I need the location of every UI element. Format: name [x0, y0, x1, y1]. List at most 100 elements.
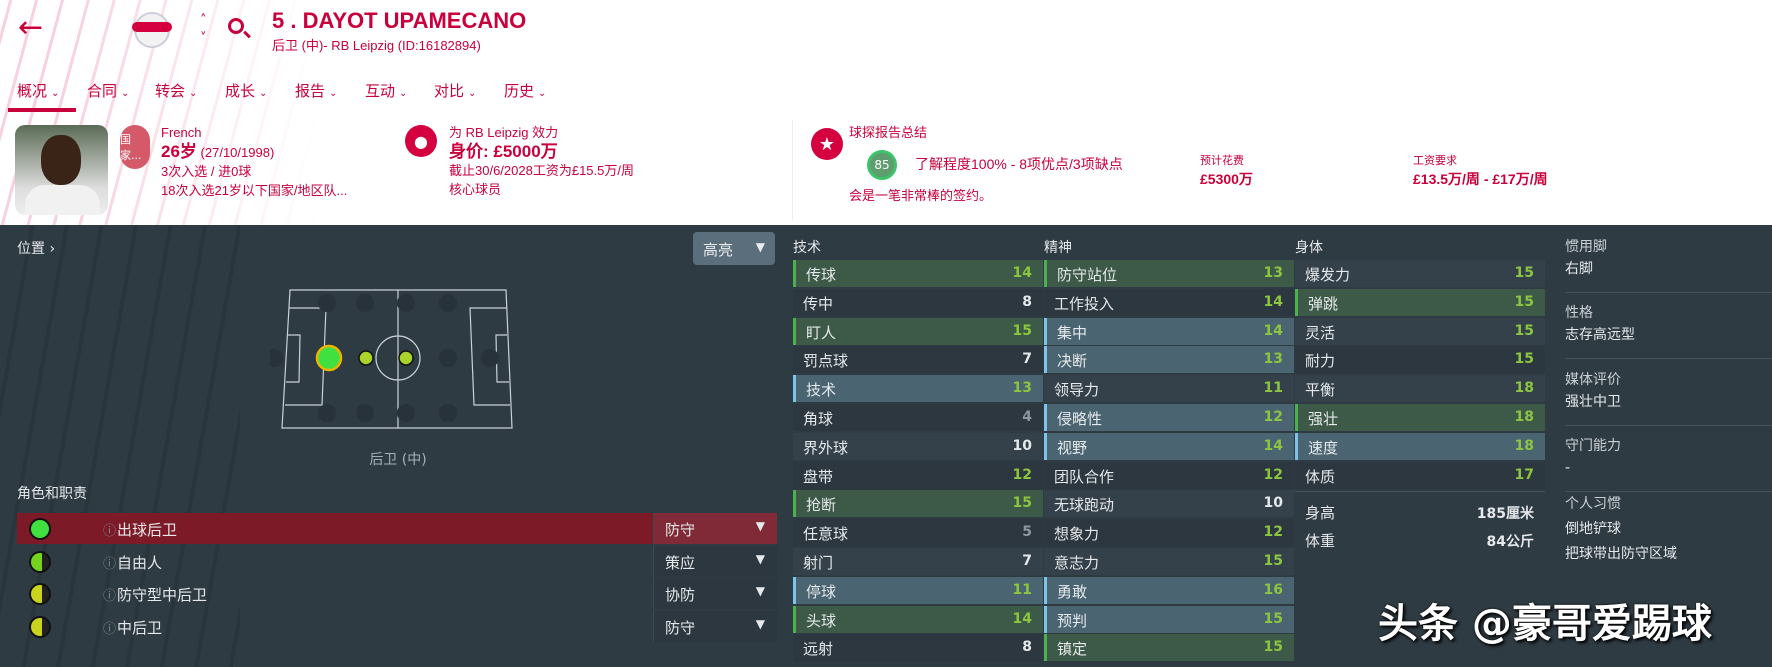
attribute-row[interactable]: 速度 18 — [1295, 432, 1545, 460]
attribute-row[interactable]: 弹跳 15 — [1295, 288, 1545, 316]
attribute-row[interactable]: 工作投入 14 — [1044, 288, 1294, 316]
player-header: ← ˄ ˅ 5 . DAYOT UPAMECANO 后卫 (中)- RB Leip… — [0, 0, 1772, 225]
player-subtitle: 后卫 (中)- RB Leipzig (ID:16182894) — [272, 38, 481, 53]
plays-for: 为 RB Leipzig 效力 — [449, 125, 559, 140]
attribute-name: 领导力 — [1054, 381, 1100, 400]
attribute-row[interactable]: 强壮 18 — [1295, 404, 1545, 431]
roles-heading: 角色和职责 — [17, 486, 87, 502]
tab-3[interactable]: 成长 ⌄ — [225, 80, 267, 101]
chevron-down-icon: ⌄ — [538, 88, 547, 99]
attribute-value: 15 — [1263, 639, 1283, 656]
chevron-down-icon: ⌄ — [259, 88, 268, 99]
goalkeeping-label: 守门能力 — [1565, 438, 1621, 454]
attribute-row[interactable]: 界外球 10 — [793, 432, 1043, 460]
attribute-value: 12 — [1012, 466, 1032, 483]
club-icon: ● — [405, 125, 437, 157]
media-label: 媒体评价 — [1565, 372, 1621, 388]
attribute-name: 爆发力 — [1305, 266, 1351, 284]
attribute-row[interactable]: 罚点球 7 — [793, 346, 1043, 374]
attribute-row[interactable]: 平衡 18 — [1295, 375, 1545, 403]
attribute-name: 意志力 — [1054, 554, 1100, 572]
chevron-down-icon: ▼ — [755, 519, 765, 533]
attribute-row[interactable]: 角球 4 — [793, 404, 1043, 431]
age: 26岁 — [161, 142, 197, 161]
attribute-row[interactable]: 远射 8 — [793, 634, 1043, 662]
attribute-row[interactable]: 意志力 15 — [1044, 548, 1294, 575]
attribute-row[interactable]: 集中 14 — [1044, 317, 1294, 345]
attribute-value: 7 — [1022, 351, 1032, 368]
duty-dropdown[interactable]: 防守 ▼ — [653, 610, 777, 642]
goalkeeping-value: - — [1565, 460, 1571, 476]
info-icon[interactable]: ⓘ — [103, 520, 116, 539]
player-portrait — [15, 125, 108, 215]
attribute-row[interactable]: 传中 8 — [793, 288, 1043, 316]
attribute-row[interactable]: 体质 17 — [1295, 461, 1545, 489]
body-measure-row: 体重 84公斤 — [1295, 526, 1545, 553]
attribute-name: 集中 — [1057, 323, 1088, 342]
duty-dropdown[interactable]: 策应 ▼ — [653, 545, 777, 577]
attribute-row[interactable]: 镇定 15 — [1044, 634, 1294, 662]
tab-4[interactable]: 报告 ⌄ — [295, 80, 337, 101]
prev-next-arrows-icon[interactable]: ˄ ˅ — [200, 12, 207, 48]
attribute-row[interactable]: 停球 11 — [793, 576, 1043, 604]
youth-caps: 18次入选21岁以下国家/地区队... — [161, 183, 348, 198]
attribute-row[interactable]: 防守站位 13 — [1044, 260, 1294, 287]
tab-2[interactable]: 转会 ⌄ — [155, 80, 197, 101]
position-link[interactable]: 位置 › — [17, 238, 55, 258]
attribute-value: 13 — [1263, 351, 1283, 368]
attribute-row[interactable]: 任意球 5 — [793, 519, 1043, 547]
measure-value: 185厘米 — [1476, 506, 1534, 522]
attribute-row[interactable]: 预判 15 — [1044, 605, 1294, 633]
role-row[interactable]: ⓘ 中后卫 防守 ▼ — [17, 610, 777, 642]
attribute-row[interactable]: 视野 14 — [1044, 432, 1294, 460]
tab-6[interactable]: 对比 ⌄ — [434, 80, 476, 101]
attribute-row[interactable]: 盘带 12 — [793, 461, 1043, 489]
attribute-row[interactable]: 技术 13 — [793, 375, 1043, 403]
attribute-value: 18 — [1514, 380, 1534, 397]
attribute-row[interactable]: 抢断 15 — [793, 490, 1043, 518]
attribute-name: 侵略性 — [1057, 410, 1103, 428]
role-row[interactable]: ⓘ 自由人 策应 ▼ — [17, 545, 777, 577]
pitch-diagram — [270, 289, 513, 429]
attribute-row[interactable]: 盯人 15 — [793, 317, 1043, 345]
attribute-value: 18 — [1514, 437, 1534, 454]
attribute-row[interactable]: 传球 14 — [793, 260, 1043, 287]
attribute-row[interactable]: 勇敢 16 — [1044, 576, 1294, 604]
attribute-row[interactable]: 爆发力 15 — [1295, 260, 1545, 287]
attribute-row[interactable]: 领导力 11 — [1044, 375, 1294, 403]
attribute-row[interactable]: 侵略性 12 — [1044, 404, 1294, 431]
tab-5[interactable]: 互动 ⌄ — [365, 80, 407, 101]
attribute-row[interactable]: 想象力 12 — [1044, 519, 1294, 547]
tab-0[interactable]: 概况 ⌄ — [17, 80, 59, 101]
role-name: 中后卫 — [117, 618, 163, 637]
role-row[interactable]: ⓘ 防守型中后卫 协防 ▼ — [17, 578, 777, 609]
attribute-value: 11 — [1012, 581, 1032, 598]
attribute-row[interactable]: 灵活 15 — [1295, 317, 1545, 345]
attribute-row[interactable]: 耐力 15 — [1295, 346, 1545, 374]
attribute-row[interactable]: 决断 13 — [1044, 346, 1294, 374]
duty-dropdown[interactable]: 防守 ▼ — [653, 513, 777, 544]
attribute-row[interactable]: 射门 7 — [793, 548, 1043, 575]
contract-info: 截止30/6/2028工资为£15.5万/周 — [449, 163, 634, 178]
duty-dropdown[interactable]: 协防 ▼ — [653, 578, 777, 609]
attribute-row[interactable]: 无球跑动 10 — [1044, 490, 1294, 518]
natural-position-dot — [315, 344, 343, 372]
attribute-name: 射门 — [803, 554, 834, 572]
search-icon[interactable] — [228, 18, 251, 39]
duty-label: 防守 — [665, 618, 696, 637]
attribute-row[interactable]: 头球 14 — [793, 605, 1043, 633]
info-icon[interactable]: ⓘ — [103, 553, 116, 572]
highlight-dropdown[interactable]: 高亮 ▼ — [693, 232, 775, 265]
info-icon[interactable]: ⓘ — [103, 585, 116, 604]
tab-7[interactable]: 历史 ⌄ — [504, 80, 546, 101]
tab-1[interactable]: 合同 ⌄ — [87, 80, 129, 101]
role-row[interactable]: ⓘ 出球后卫 防守 ▼ — [17, 513, 777, 544]
attribute-value: 15 — [1514, 351, 1534, 368]
attribute-value: 5 — [1022, 524, 1032, 541]
info-icon[interactable]: ⓘ — [103, 618, 116, 637]
chevron-down-icon: ⌄ — [51, 88, 60, 99]
attribute-name: 体质 — [1305, 467, 1336, 486]
back-arrow-icon[interactable]: ← — [18, 10, 43, 45]
attribute-row[interactable]: 团队合作 12 — [1044, 461, 1294, 489]
chevron-down-icon: ▼ — [755, 616, 765, 631]
